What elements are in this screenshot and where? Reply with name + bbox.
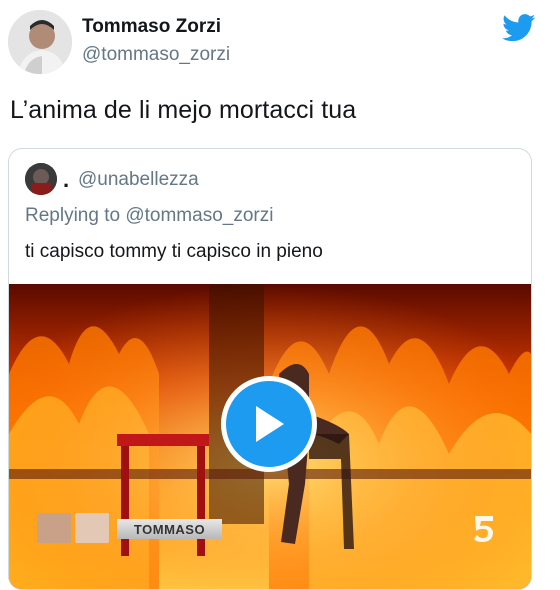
quoted-tweet-card[interactable]: . @unabellezza Replying to @tommaso_zorz…	[8, 148, 532, 590]
quoted-author-handle[interactable]: @unabellezza	[78, 169, 199, 191]
replying-prefix: Replying to	[25, 205, 126, 226]
replying-to: Replying to @tommaso_zorzi	[25, 205, 273, 227]
twitter-bird-icon[interactable]	[502, 14, 536, 42]
author-avatar[interactable]	[8, 10, 72, 74]
contestant-face	[37, 513, 71, 543]
contestant-faces	[37, 513, 113, 543]
replying-mention-link[interactable]: @tommaso_zorzi	[125, 205, 273, 226]
quoted-tweet-text: ti capisco tommy ti capisco in pieno	[25, 241, 323, 262]
channel-5-logo-icon	[471, 514, 497, 544]
video-thumbnail[interactable]: TOMMASO	[9, 284, 531, 589]
play-button[interactable]	[221, 376, 317, 472]
author-handle[interactable]: @tommaso_zorzi	[82, 44, 230, 66]
quoted-author-display-name[interactable]: .	[63, 167, 69, 193]
contestant-face	[75, 513, 109, 543]
video-caption-name: TOMMASO	[117, 519, 222, 539]
tweet-text: L’anima de li mejo mortacci tua	[10, 96, 357, 124]
play-icon	[256, 406, 284, 442]
author-display-name[interactable]: Tommaso Zorzi	[82, 16, 221, 38]
quoted-author-avatar[interactable]	[25, 163, 57, 195]
